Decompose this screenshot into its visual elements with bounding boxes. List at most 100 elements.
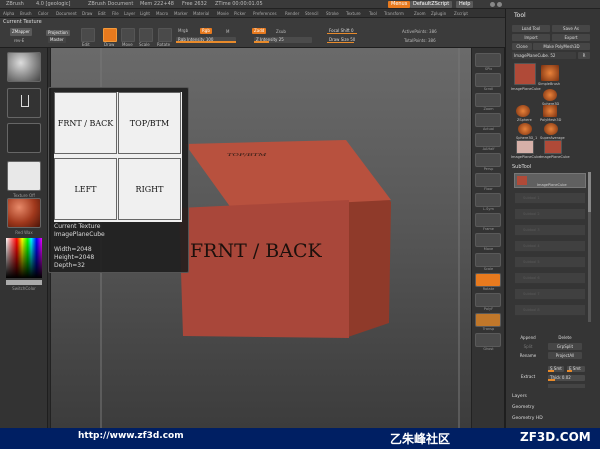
secondary-color-swatch[interactable] xyxy=(6,280,42,285)
thick-slider[interactable]: Thick 0.02 xyxy=(548,375,585,381)
help-button[interactable]: Help xyxy=(456,1,474,8)
menu-picker[interactable]: Picker xyxy=(234,11,246,16)
menu-light[interactable]: Light xyxy=(140,11,150,16)
zsphere-thumbnail[interactable] xyxy=(516,105,530,117)
geometry-hd-section[interactable]: Geometry HD xyxy=(512,416,543,421)
zsub-button[interactable]: Zsub xyxy=(276,29,286,34)
default-script-button[interactable]: DefaultZScript xyxy=(410,1,453,8)
draw-size-slider[interactable]: Draw Size 50 xyxy=(327,37,387,43)
rgb-button[interactable]: Rgb xyxy=(200,28,212,34)
subtool-row-5[interactable]: Subtool 5 xyxy=(515,257,585,268)
menu-transform[interactable]: Transform xyxy=(384,11,404,16)
subtool-scroll-thumb[interactable] xyxy=(588,172,591,212)
aahalf-button[interactable] xyxy=(475,133,501,147)
menu-preferences[interactable]: Preferences xyxy=(253,11,277,16)
actual-button[interactable] xyxy=(475,113,501,127)
menu-brush[interactable]: Brush xyxy=(20,11,32,16)
s-smt-slider[interactable]: S Smt xyxy=(548,366,564,372)
make-polymesh-button[interactable]: Make PolyMesh3D xyxy=(533,43,590,50)
menu-stroke[interactable]: Stroke xyxy=(326,11,339,16)
menu-edit[interactable]: Edit xyxy=(98,11,106,16)
frame-button[interactable] xyxy=(475,213,501,227)
subtool-row-2[interactable]: Subtool 2 xyxy=(515,209,585,220)
delete-button[interactable]: Delete xyxy=(548,334,582,341)
e-smt-slider[interactable]: E Smt xyxy=(567,366,585,372)
import-button[interactable]: Import xyxy=(512,34,550,41)
groupsplit-button[interactable]: GrpSplit xyxy=(548,343,582,350)
color-picker[interactable] xyxy=(6,238,42,278)
focal-shift-slider[interactable]: Focal Shift 0 xyxy=(327,28,387,34)
menu-file[interactable]: File xyxy=(112,11,119,16)
z-intensity-slider[interactable]: Z Intensity 25 xyxy=(254,37,312,43)
menu-zplugin[interactable]: Zplugin xyxy=(431,11,446,16)
rename-button[interactable]: Rename xyxy=(511,352,545,359)
menus-button[interactable]: Menus xyxy=(388,1,411,8)
menu-movie[interactable]: Movie xyxy=(217,11,229,16)
spix-button[interactable] xyxy=(475,53,501,67)
clone-button[interactable]: Clone xyxy=(512,43,532,50)
move-view-button[interactable] xyxy=(475,233,501,247)
menu-stencil[interactable]: Stencil xyxy=(305,11,319,16)
menu-alpha[interactable]: Alpha xyxy=(3,11,14,16)
subtool-row-4[interactable]: Subtool 4 xyxy=(515,241,585,252)
menu-zscript[interactable]: Zscript xyxy=(454,11,468,16)
rotate-button[interactable] xyxy=(158,28,172,42)
tool-thumbnail-active[interactable] xyxy=(514,63,536,85)
subtool-row-1[interactable]: Subtool 1 xyxy=(515,193,585,204)
transp-button[interactable] xyxy=(475,313,501,327)
alpha-thumbnail[interactable] xyxy=(7,123,41,153)
current-tool-name[interactable]: ImagePlaneCube. 52 xyxy=(512,52,576,59)
layers-section[interactable]: Layers xyxy=(512,394,527,399)
scale-view-button[interactable] xyxy=(475,253,501,267)
menu-draw[interactable]: Draw xyxy=(82,11,92,16)
subtool-active-row[interactable]: ImagePlaneCube xyxy=(514,173,586,188)
scale-button[interactable] xyxy=(139,28,153,42)
save-as-button[interactable]: Save As xyxy=(552,25,590,32)
rotate-view-button[interactable] xyxy=(475,273,501,287)
menu-texture[interactable]: Texture xyxy=(346,11,361,16)
texture-thumbnail[interactable] xyxy=(7,161,41,191)
polymesh3d-thumbnail[interactable] xyxy=(543,105,557,117)
maximize-icon[interactable] xyxy=(497,2,502,7)
imageplanecube-thumbnail-1[interactable] xyxy=(516,140,534,154)
menu-layer[interactable]: Layer xyxy=(124,11,135,16)
polyf-button[interactable] xyxy=(475,293,501,307)
projection-button[interactable]: Projection xyxy=(46,30,70,36)
projectall-button[interactable]: ProjectAll xyxy=(548,352,582,359)
scroll-button[interactable] xyxy=(475,73,501,87)
move-button[interactable] xyxy=(121,28,135,42)
zadd-button[interactable]: Zadd xyxy=(252,28,267,34)
subtool-scrollbar[interactable] xyxy=(588,172,591,322)
zmapper-button[interactable]: ZMapper xyxy=(10,28,32,36)
export-button[interactable]: Export xyxy=(552,34,590,41)
menu-color[interactable]: Color xyxy=(38,11,48,16)
sphere3d-1-thumbnail[interactable] xyxy=(518,123,532,135)
menu-macro[interactable]: Macro xyxy=(156,11,168,16)
subtool-row-6[interactable]: Subtool 6 xyxy=(515,273,585,284)
switch-color-caption[interactable]: SwitchColor xyxy=(2,286,46,291)
m-button[interactable]: M xyxy=(226,29,229,34)
extract-button[interactable]: Extract xyxy=(511,373,545,380)
subtool-row-3[interactable]: Subtool 3 xyxy=(515,225,585,236)
mrgb-label[interactable]: Mrgb xyxy=(178,28,188,33)
menu-tool[interactable]: Tool xyxy=(369,11,377,16)
menu-render[interactable]: Render xyxy=(285,11,299,16)
material-thumbnail[interactable] xyxy=(7,198,41,228)
menu-marker[interactable]: Marker xyxy=(174,11,188,16)
ghost-button[interactable] xyxy=(475,333,501,347)
r-button[interactable]: R xyxy=(578,52,590,59)
brush-thumbnail[interactable] xyxy=(7,52,41,82)
imageplanecube-thumbnail-2[interactable] xyxy=(544,140,562,154)
geometry-section[interactable]: Geometry xyxy=(512,405,534,410)
zoom-button[interactable] xyxy=(475,93,501,107)
subtool-header[interactable]: SubTool xyxy=(512,164,531,170)
projection-master-button[interactable]: Master xyxy=(48,37,66,43)
sphere3d-thumbnail[interactable] xyxy=(543,89,557,101)
split-button[interactable]: Split xyxy=(511,343,545,350)
accept-button[interactable] xyxy=(548,384,585,388)
persp-button[interactable] xyxy=(475,153,501,167)
minimize-icon[interactable] xyxy=(490,2,495,7)
edit-button[interactable] xyxy=(81,28,95,42)
rgb-intensity-slider[interactable]: Rgb Intensity 100 xyxy=(176,37,236,43)
menu-material[interactable]: Material xyxy=(193,11,209,16)
